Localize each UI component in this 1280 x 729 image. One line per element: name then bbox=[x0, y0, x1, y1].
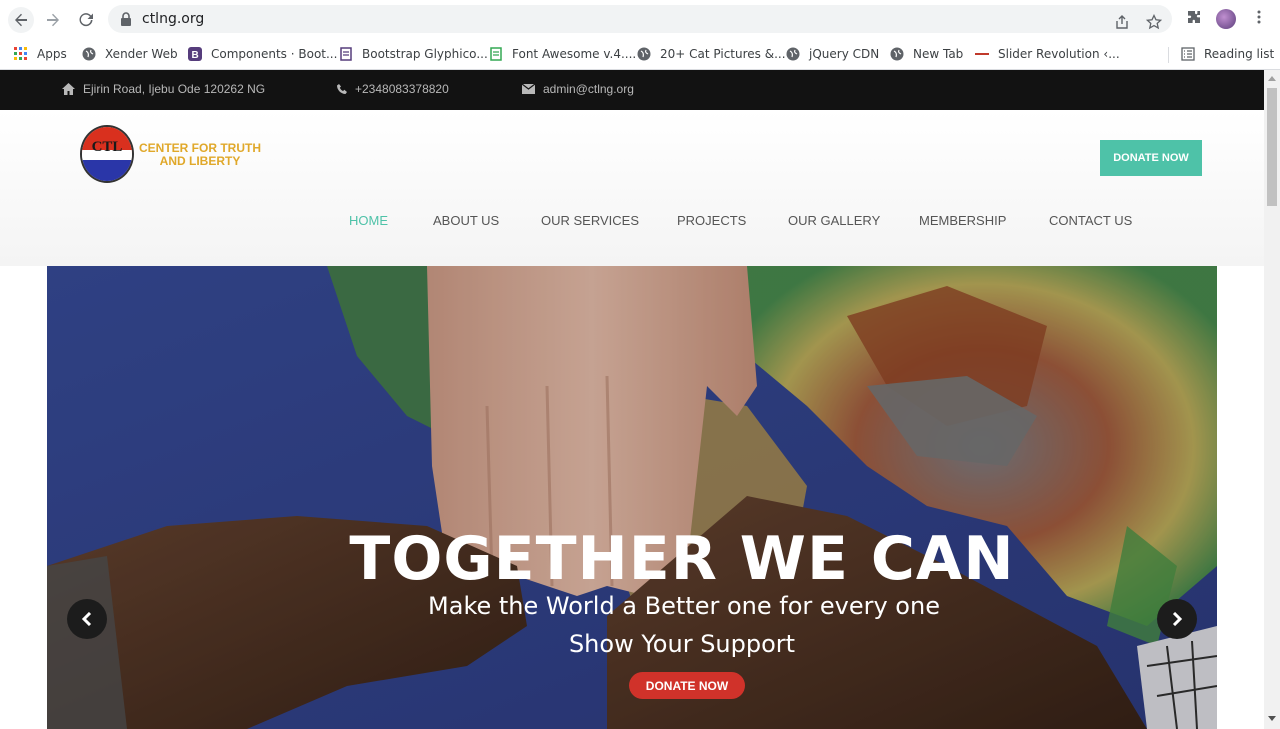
bookmarks-bar: Apps Xender Web B Components · Boot... B… bbox=[0, 38, 1280, 70]
bootstrap-icon: B bbox=[188, 47, 202, 61]
logo-blue-band bbox=[82, 160, 132, 181]
bookmark-cat-pictures[interactable]: 20+ Cat Pictures &... bbox=[637, 43, 786, 65]
reading-list-label: Reading list bbox=[1204, 47, 1275, 61]
site-header: CTL CENTER FOR TRUTH AND LIBERTY DONATE … bbox=[0, 110, 1264, 266]
bookmark-xender-web[interactable]: Xender Web bbox=[82, 43, 178, 65]
lock-icon bbox=[121, 12, 131, 26]
bookmark-label: Components · Boot... bbox=[211, 47, 338, 61]
contact-topbar: Ejirin Road, Ijebu Ode 120262 NG +234808… bbox=[0, 70, 1264, 110]
nav-contact-us[interactable]: CONTACT US bbox=[1049, 213, 1132, 228]
email-text: admin@ctlng.org bbox=[543, 82, 634, 96]
reading-list-button[interactable]: Reading list bbox=[1181, 43, 1274, 65]
bookmark-new-tab[interactable]: New Tab bbox=[890, 43, 963, 65]
nav-our-services[interactable]: OUR SERVICES bbox=[541, 213, 639, 228]
bookmark-apps[interactable]: Apps bbox=[14, 43, 67, 65]
back-button[interactable] bbox=[8, 7, 34, 33]
address-bar[interactable]: ctlng.org bbox=[108, 5, 1172, 33]
kebab-menu-icon[interactable] bbox=[1251, 9, 1267, 25]
chevron-left-icon bbox=[81, 612, 92, 626]
hero-tagline: Show Your Support bbox=[568, 630, 796, 658]
arrow-left-icon bbox=[15, 13, 27, 27]
bookmark-label: Slider Revolution ‹... bbox=[998, 47, 1120, 61]
svg-text:B: B bbox=[192, 50, 199, 61]
hero-background-image bbox=[47, 266, 1217, 729]
envelope-icon bbox=[522, 84, 535, 94]
globe-icon bbox=[786, 47, 800, 61]
bookmark-label: 20+ Cat Pictures &... bbox=[660, 47, 786, 61]
topbar-address: Ejirin Road, Ijebu Ode 120262 NG bbox=[62, 82, 265, 96]
phone-icon bbox=[337, 83, 347, 94]
page-viewport: Ejirin Road, Ijebu Ode 120262 NG +234808… bbox=[0, 70, 1264, 729]
scroll-down-arrow-icon[interactable] bbox=[1268, 716, 1276, 721]
profile-avatar[interactable] bbox=[1216, 9, 1236, 29]
bookmark-font-awesome[interactable]: Font Awesome v.4.... bbox=[489, 43, 636, 65]
bookmark-components-bootstrap[interactable]: B Components · Boot... bbox=[188, 43, 337, 65]
topbar-phone[interactable]: +2348083378820 bbox=[337, 82, 449, 96]
globe-icon bbox=[637, 47, 651, 61]
bookmark-label: New Tab bbox=[913, 47, 964, 61]
bookmark-bootstrap-glyphicons[interactable]: Bootstrap Glyphico... bbox=[339, 43, 488, 65]
bookmark-slider-revolution[interactable]: Slider Revolution ‹... bbox=[975, 43, 1120, 65]
apps-grid-icon bbox=[14, 47, 27, 60]
bookmark-label: Font Awesome v.4.... bbox=[512, 47, 637, 61]
star-icon[interactable] bbox=[1146, 14, 1162, 30]
address-text: Ejirin Road, Ijebu Ode 120262 NG bbox=[83, 82, 266, 96]
topbar-email[interactable]: admin@ctlng.org bbox=[522, 82, 634, 96]
bookmark-label: Xender Web bbox=[105, 47, 178, 61]
reload-button[interactable] bbox=[73, 7, 99, 33]
arrow-right-icon bbox=[47, 13, 59, 27]
slider-prev-button[interactable] bbox=[67, 599, 107, 639]
nav-about-us[interactable]: ABOUT US bbox=[433, 213, 499, 228]
bookmark-label: Apps bbox=[37, 47, 67, 61]
extensions-puzzle-icon[interactable] bbox=[1186, 9, 1202, 25]
phone-text: +2348083378820 bbox=[355, 82, 449, 96]
chevron-right-icon bbox=[1172, 612, 1183, 626]
main-nav: HOME ABOUT US OUR SERVICES PROJECTS OUR … bbox=[0, 213, 1264, 233]
home-icon bbox=[62, 83, 75, 95]
scroll-up-arrow-icon[interactable] bbox=[1268, 76, 1276, 81]
org-name[interactable]: CENTER FOR TRUTH AND LIBERTY bbox=[136, 142, 264, 168]
nav-our-gallery[interactable]: OUR GALLERY bbox=[788, 213, 880, 228]
sheet-icon bbox=[490, 47, 502, 61]
slider-next-button[interactable] bbox=[1157, 599, 1197, 639]
hero-title: TOGETHER WE CAN bbox=[349, 524, 1015, 594]
hero-donate-button[interactable]: DONATE NOW bbox=[629, 672, 745, 699]
hero-subtitle: Make the World a Better one for every on… bbox=[428, 592, 940, 620]
page-scrollbar[interactable] bbox=[1264, 70, 1280, 729]
donate-now-button[interactable]: DONATE NOW bbox=[1100, 140, 1202, 176]
nav-projects[interactable]: PROJECTS bbox=[677, 213, 746, 228]
nav-membership[interactable]: MEMBERSHIP bbox=[919, 213, 1006, 228]
globe-icon bbox=[82, 47, 96, 61]
browser-toolbar: ctlng.org bbox=[0, 0, 1280, 38]
logo[interactable]: CTL bbox=[80, 125, 134, 183]
org-name-line2: AND LIBERTY bbox=[159, 154, 241, 168]
url-text[interactable]: ctlng.org bbox=[142, 11, 204, 27]
bookmark-label: jQuery CDN bbox=[809, 47, 880, 61]
bookmark-jquery-cdn[interactable]: jQuery CDN bbox=[786, 43, 879, 65]
bookmarks-divider bbox=[1168, 47, 1169, 63]
globe-icon bbox=[890, 47, 904, 61]
reading-list-icon bbox=[1181, 47, 1195, 61]
logo-ctl-text: CTL bbox=[91, 139, 123, 155]
bookmark-label: Bootstrap Glyphico... bbox=[362, 47, 488, 61]
page-icon bbox=[340, 47, 352, 61]
nav-home[interactable]: HOME bbox=[349, 213, 388, 228]
slider-icon bbox=[975, 53, 989, 55]
reload-icon bbox=[79, 13, 93, 27]
forward-button[interactable] bbox=[40, 7, 66, 33]
hero-slider: TOGETHER WE CAN Make the World a Better … bbox=[47, 266, 1217, 729]
scrollbar-thumb[interactable] bbox=[1267, 88, 1277, 206]
share-icon[interactable] bbox=[1114, 14, 1130, 30]
